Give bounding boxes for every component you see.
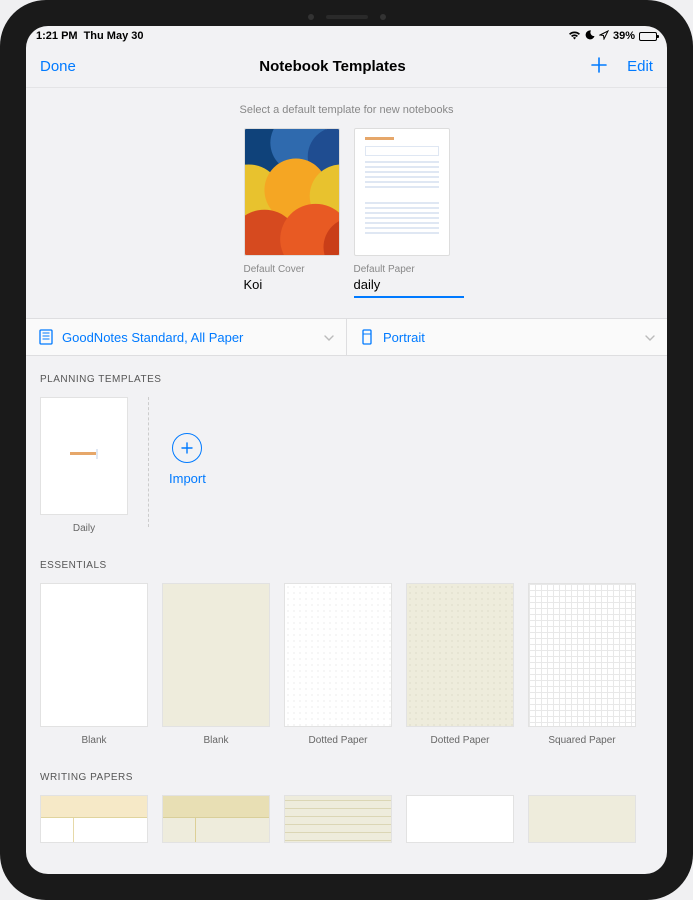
edit-button[interactable]: Edit <box>627 58 653 75</box>
status-date: Thu May 30 <box>84 30 144 42</box>
chevron-down-icon <box>645 330 655 344</box>
template-name: Blank <box>203 735 228 746</box>
template-blank-cream[interactable]: Blank <box>162 583 270 746</box>
battery-icon <box>639 32 657 41</box>
divider <box>148 397 149 527</box>
add-button[interactable] <box>589 55 609 79</box>
template-writing-5[interactable] <box>528 795 636 843</box>
import-label: Import <box>169 471 206 486</box>
plus-circle-icon <box>172 433 202 463</box>
template-name: Dotted Paper <box>431 735 490 746</box>
template-daily[interactable]: Daily <box>40 397 128 534</box>
portrait-icon <box>359 329 375 345</box>
default-paper-thumb[interactable] <box>354 128 450 256</box>
template-dotted-cream[interactable]: Dotted Paper <box>406 583 514 746</box>
subtitle: Select a default template for new notebo… <box>26 104 667 116</box>
template-squared[interactable]: Squared Paper <box>528 583 636 746</box>
battery-pct: 39% <box>613 30 635 42</box>
default-cover-value: Koi <box>244 277 340 292</box>
filter-paper-standard[interactable]: GoodNotes Standard, All Paper <box>26 319 347 355</box>
default-paper-label: Default Paper <box>354 264 450 275</box>
wifi-icon <box>568 30 581 43</box>
import-button[interactable]: Import <box>169 433 206 486</box>
section-essentials-title: Essentials <box>40 560 653 571</box>
filter-orientation-label: Portrait <box>383 330 425 345</box>
filter-orientation[interactable]: Portrait <box>347 319 667 355</box>
chevron-down-icon <box>324 330 334 344</box>
default-cover-label: Default Cover <box>244 264 340 275</box>
template-writing-3[interactable] <box>284 795 392 843</box>
done-button[interactable]: Done <box>40 58 76 75</box>
filter-standard-label: GoodNotes Standard, All Paper <box>62 330 243 345</box>
template-writing-2[interactable] <box>162 795 270 843</box>
template-writing-4[interactable] <box>406 795 514 843</box>
status-bar: 1:21 PM Thu May 30 39% <box>26 26 667 46</box>
status-time: 1:21 PM <box>36 30 78 42</box>
section-planning-title: Planning Templates <box>40 374 653 385</box>
template-blank-white[interactable]: Blank <box>40 583 148 746</box>
template-name: Squared Paper <box>548 735 615 746</box>
template-name: Blank <box>81 735 106 746</box>
template-icon <box>38 329 54 345</box>
location-icon <box>599 30 609 43</box>
default-paper-input[interactable] <box>354 275 450 294</box>
nav-header: Done Notebook Templates Edit <box>26 46 667 88</box>
template-name: Daily <box>73 523 95 534</box>
template-name: Dotted Paper <box>309 735 368 746</box>
section-writing-title: Writing Papers <box>40 772 653 783</box>
template-dotted-white[interactable]: Dotted Paper <box>284 583 392 746</box>
dnd-icon <box>585 30 595 43</box>
default-cover-thumb[interactable] <box>244 128 340 256</box>
template-writing-1[interactable] <box>40 795 148 843</box>
page-title: Notebook Templates <box>259 58 405 75</box>
